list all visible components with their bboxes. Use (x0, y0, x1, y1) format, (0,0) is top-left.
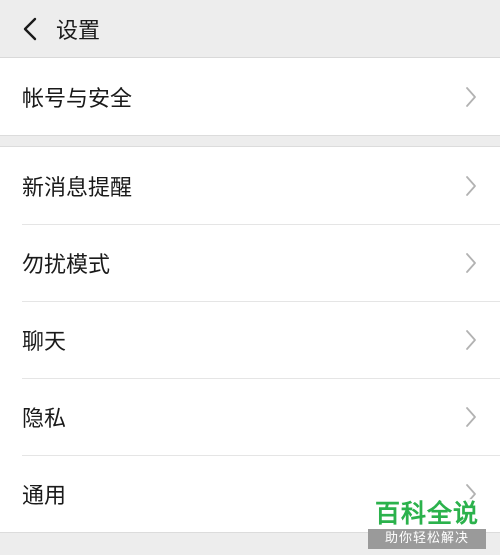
settings-item-chat[interactable]: 聊天 (0, 301, 500, 378)
settings-item-label: 勿扰模式 (22, 252, 111, 278)
settings-item-label: 新消息提醒 (22, 175, 133, 201)
settings-section-account: 帐号与安全 (0, 58, 500, 135)
chevron-right-icon (462, 174, 480, 198)
back-button[interactable] (10, 9, 50, 49)
watermark-subtitle: 助你轻松解决 (368, 529, 486, 549)
settings-item-account-security[interactable]: 帐号与安全 (0, 58, 500, 135)
settings-item-privacy[interactable]: 隐私 (0, 378, 500, 455)
settings-section-general: 新消息提醒 勿扰模式 聊天 隐私 通用 (0, 147, 500, 532)
page-title: 设置 (56, 18, 101, 44)
settings-item-do-not-disturb[interactable]: 勿扰模式 (0, 224, 500, 301)
chevron-right-icon (462, 85, 480, 109)
chevron-right-icon (462, 328, 480, 352)
section-divider (0, 135, 500, 147)
header-bar: 设置 (0, 0, 500, 58)
chevron-right-icon (462, 251, 480, 275)
watermark-title: 百科全说 (374, 499, 479, 528)
watermark-logo: 百科全说 助你轻松解决 (368, 499, 486, 549)
settings-item-label: 聊天 (22, 329, 67, 355)
chevron-left-icon (23, 17, 37, 40)
settings-item-new-message-alerts[interactable]: 新消息提醒 (0, 147, 500, 224)
chevron-right-icon (462, 405, 480, 429)
settings-item-label: 隐私 (22, 406, 67, 432)
settings-item-label: 帐号与安全 (22, 86, 133, 112)
